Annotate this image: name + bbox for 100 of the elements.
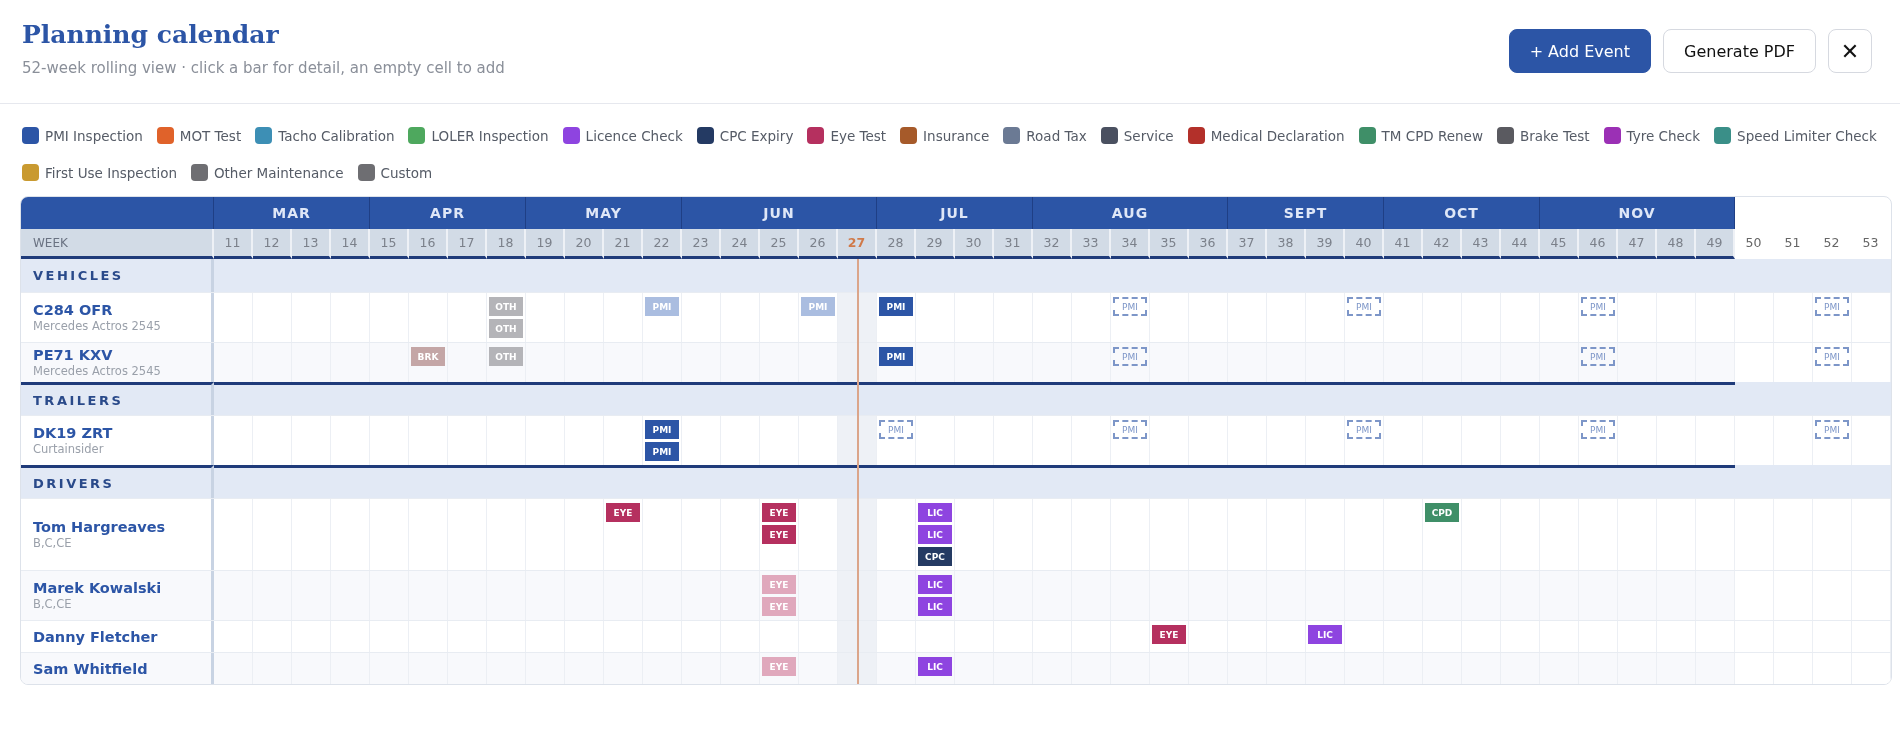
week-cell[interactable] <box>1735 343 1774 382</box>
row-name[interactable]: Sam Whitfield <box>33 660 148 677</box>
week-number: 40 <box>1345 229 1384 259</box>
event-chip[interactable]: PMI <box>1347 297 1381 316</box>
week-cell[interactable] <box>1852 571 1891 620</box>
week-cell[interactable] <box>1813 653 1852 684</box>
event-chip[interactable]: PMI <box>879 347 913 366</box>
row-name[interactable]: C284 OFR <box>33 302 113 318</box>
week-cell[interactable]: PMI <box>877 343 916 382</box>
week-cell[interactable] <box>1852 343 1891 382</box>
week-cell[interactable]: OTH OTH <box>487 293 526 342</box>
row-name[interactable]: Danny Fletcher <box>33 628 158 645</box>
week-cell[interactable]: PMI <box>1579 416 1618 465</box>
week-cell[interactable]: PMI <box>1111 343 1150 382</box>
week-number: 46 <box>1579 229 1618 259</box>
event-chip[interactable]: CPC <box>918 547 952 566</box>
week-cell[interactable]: LIC <box>1306 621 1345 652</box>
week-cell[interactable]: PMI <box>643 293 682 342</box>
week-cell[interactable] <box>838 499 877 570</box>
add-event-button[interactable]: + Add Event <box>1508 29 1651 73</box>
week-number: 29 <box>916 229 955 259</box>
week-cell[interactable]: BRK <box>409 343 448 382</box>
event-chip[interactable]: LIC <box>1308 625 1342 644</box>
event-chip[interactable]: EYE <box>762 575 796 594</box>
week-cell[interactable]: CPD <box>1423 499 1462 570</box>
week-cell[interactable]: LIC LIC CPC <box>916 499 955 570</box>
event-chip[interactable]: PMI <box>1581 297 1615 316</box>
event-chip[interactable]: PMI <box>1113 420 1147 439</box>
event-chip[interactable]: EYE <box>762 525 796 544</box>
event-chip[interactable]: PMI <box>645 442 679 461</box>
week-cell[interactable]: PMI <box>1345 416 1384 465</box>
week-cell[interactable] <box>838 293 877 342</box>
generate-pdf-button[interactable]: Generate PDF <box>1663 29 1816 73</box>
event-chip[interactable]: PMI <box>1815 420 1849 439</box>
event-chip[interactable]: BRK <box>411 347 445 366</box>
week-number: 49 <box>1696 229 1735 259</box>
event-chip[interactable]: PMI <box>1581 420 1615 439</box>
row-name[interactable]: Marek Kowalski <box>33 580 162 596</box>
week-number: 47 <box>1618 229 1657 259</box>
week-cell[interactable] <box>838 621 877 652</box>
event-chip[interactable]: PMI <box>1815 297 1849 316</box>
event-chip[interactable]: PMI <box>879 297 913 316</box>
month-header: JUL <box>877 197 1033 229</box>
event-chip[interactable]: OTH <box>489 319 523 338</box>
week-number: 27 <box>838 229 877 259</box>
event-chip[interactable]: EYE <box>762 597 796 616</box>
event-chip[interactable]: PMI <box>801 297 835 316</box>
week-cell[interactable]: LIC LIC <box>916 571 955 620</box>
week-number: 14 <box>331 229 370 259</box>
week-cell[interactable]: EYE EYE <box>760 571 799 620</box>
month-header: MAR <box>214 197 370 229</box>
event-chip[interactable]: OTH <box>489 347 523 366</box>
event-chip[interactable]: LIC <box>918 575 952 594</box>
event-chip[interactable]: PMI <box>645 420 679 439</box>
event-chip[interactable]: PMI <box>1581 347 1615 366</box>
row-name[interactable]: PE71 KXV <box>33 347 113 363</box>
week-cell[interactable] <box>1774 343 1813 382</box>
week-cell[interactable] <box>838 416 877 465</box>
week-cell[interactable] <box>838 653 877 684</box>
event-chip[interactable]: EYE <box>606 503 640 522</box>
week-cell[interactable] <box>1735 653 1774 684</box>
week-cell[interactable]: EYE EYE <box>760 499 799 570</box>
week-cell[interactable]: PMI <box>1111 416 1150 465</box>
week-cell[interactable] <box>1852 653 1891 684</box>
event-chip[interactable]: PMI <box>1815 347 1849 366</box>
legend-label: Custom <box>380 164 433 181</box>
week-cell[interactable]: PMI <box>877 416 916 465</box>
event-chip[interactable]: LIC <box>918 657 952 676</box>
week-cell[interactable]: EYE <box>1150 621 1189 652</box>
event-chip[interactable]: PMI <box>1113 297 1147 316</box>
event-chip[interactable]: EYE <box>762 503 796 522</box>
row-name[interactable]: Tom Hargreaves <box>33 519 166 535</box>
event-chip[interactable]: PMI <box>1347 420 1381 439</box>
event-chip[interactable]: LIC <box>918 597 952 616</box>
week-cell[interactable]: PMI <box>1813 293 1852 342</box>
week-cell[interactable] <box>1774 653 1813 684</box>
row-detail: Mercedes Actros 2545 <box>33 319 161 333</box>
week-cell[interactable]: PMI <box>1813 343 1852 382</box>
event-chip[interactable]: OTH <box>489 297 523 316</box>
week-cell[interactable]: OTH <box>487 343 526 382</box>
row-name[interactable]: DK19 ZRT <box>33 425 113 441</box>
week-cell[interactable] <box>838 343 877 382</box>
close-button[interactable]: ✕ <box>1828 29 1872 73</box>
event-chip[interactable]: PMI <box>1113 347 1147 366</box>
event-chip[interactable]: LIC <box>918 503 952 522</box>
week-cell[interactable]: PMI <box>1813 416 1852 465</box>
week-number: 24 <box>721 229 760 259</box>
week-cell[interactable]: PMI <box>877 293 916 342</box>
week-cell[interactable] <box>838 571 877 620</box>
event-chip[interactable]: PMI <box>879 420 913 439</box>
event-chip[interactable]: CPD <box>1425 503 1459 522</box>
event-chip[interactable]: EYE <box>1152 625 1186 644</box>
week-cell[interactable]: EYE <box>760 653 799 684</box>
event-chip[interactable]: EYE <box>762 657 796 676</box>
week-cell[interactable]: PMI <box>1579 343 1618 382</box>
event-chip[interactable]: PMI <box>645 297 679 316</box>
week-cell[interactable]: LIC <box>916 653 955 684</box>
week-cell[interactable]: EYE <box>604 499 643 570</box>
event-chip[interactable]: LIC <box>918 525 952 544</box>
week-cell[interactable]: PMI PMI <box>643 416 682 465</box>
